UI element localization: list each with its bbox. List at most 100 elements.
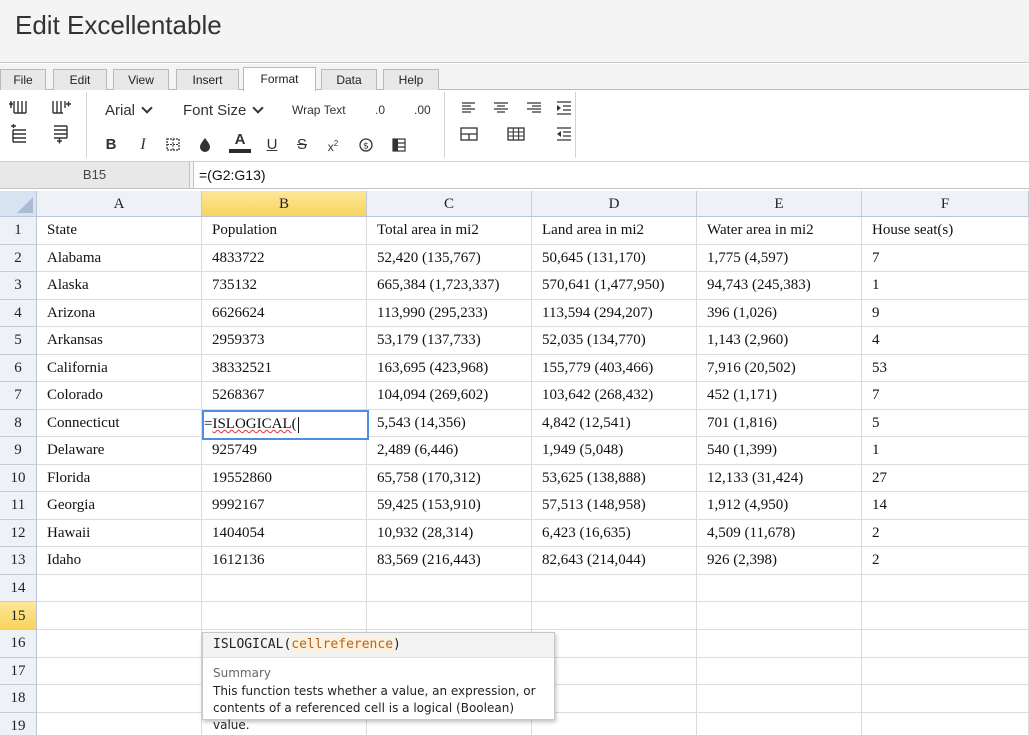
function-signature[interactable]: ISLOGICAL(cellreference) [203,633,554,658]
row-header-5[interactable]: 5 [0,327,37,355]
cell-a5[interactable]: Arkansas [37,327,202,355]
row-header-3[interactable]: 3 [0,272,37,300]
cell-d7[interactable]: 103,642 (268,432) [532,382,697,410]
cell-e18[interactable] [697,685,862,713]
merge-cells-icon[interactable] [459,124,479,144]
cell-a16[interactable] [37,630,202,658]
cell-c2[interactable]: 52,420 (135,767) [367,244,532,272]
cell-b9[interactable]: 925749 [202,437,367,465]
fill-color-icon[interactable] [195,135,215,155]
strikethrough-icon[interactable]: S [292,135,312,155]
cell-d19[interactable] [532,712,697,735]
cell-f10[interactable]: 27 [862,464,1029,492]
row-header-9[interactable]: 9 [0,437,37,465]
cell-d12[interactable]: 6,423 (16,635) [532,519,697,547]
cell-e4[interactable]: 396 (1,026) [697,299,862,327]
cell-a18[interactable] [37,685,202,713]
cell-b15[interactable] [202,602,367,630]
cell-a6[interactable]: California [37,354,202,382]
decrease-decimal-button[interactable]: .0 [375,103,385,117]
cell-d13[interactable]: 82,643 (214,044) [532,547,697,575]
cell-e17[interactable] [697,657,862,685]
cell-f15[interactable] [862,602,1029,630]
indent-decrease-icon[interactable] [554,124,574,144]
cell-d5[interactable]: 52,035 (134,770) [532,327,697,355]
cell-b7[interactable]: 5268367 [202,382,367,410]
cell-a11[interactable]: Georgia [37,492,202,520]
tab-data[interactable]: Data [321,69,377,90]
row-header-7[interactable]: 7 [0,382,37,410]
cell-f17[interactable] [862,657,1029,685]
cell-b4[interactable]: 6626624 [202,299,367,327]
row-header-8[interactable]: 8 [0,409,37,437]
cell-c8[interactable]: 5,543 (14,356) [367,409,532,437]
cell-f1[interactable]: House seat(s) [862,217,1029,245]
cell-f3[interactable]: 1 [862,272,1029,300]
function-autocomplete-popup[interactable]: ISLOGICAL(cellreference) Summary This fu… [202,632,555,732]
cell-a1[interactable]: State [37,217,202,245]
superscript-icon[interactable]: x2 [323,134,343,154]
cell-d17[interactable] [532,657,697,685]
conditional-format-icon[interactable] [389,135,409,155]
column-header-e[interactable]: E [697,191,862,217]
wrap-text-button[interactable]: Wrap Text [292,103,346,117]
bold-icon[interactable]: B [101,135,121,155]
cell-d14[interactable] [532,574,697,602]
cell-c9[interactable]: 2,489 (6,446) [367,437,532,465]
cell-c5[interactable]: 53,179 (137,733) [367,327,532,355]
cell-d8[interactable]: 4,842 (12,541) [532,409,697,437]
cell-a17[interactable] [37,657,202,685]
cell-b3[interactable]: 735132 [202,272,367,300]
font-size-select[interactable]: Font Size [183,102,265,119]
tab-file[interactable]: File [0,69,46,90]
row-header-4[interactable]: 4 [0,299,37,327]
italic-icon[interactable]: I [133,135,153,155]
column-header-a[interactable]: A [37,191,202,217]
increase-decimal-button[interactable]: .00 [414,103,431,117]
cell-e11[interactable]: 1,912 (4,950) [697,492,862,520]
cell-b13[interactable]: 1612136 [202,547,367,575]
cell-d4[interactable]: 113,594 (294,207) [532,299,697,327]
insert-row-above-icon[interactable] [9,124,29,144]
column-header-d[interactable]: D [532,191,697,217]
cell-f14[interactable] [862,574,1029,602]
tab-format[interactable]: Format [243,67,316,91]
cell-a12[interactable]: Hawaii [37,519,202,547]
underline-icon[interactable]: U [262,135,282,155]
row-header-17[interactable]: 17 [0,657,37,685]
cell-d9[interactable]: 1,949 (5,048) [532,437,697,465]
cell-b1[interactable]: Population [202,217,367,245]
tab-insert[interactable]: Insert [176,69,239,90]
cell-c15[interactable] [367,602,532,630]
cell-e10[interactable]: 12,133 (31,424) [697,464,862,492]
cell-d6[interactable]: 155,779 (403,466) [532,354,697,382]
cell-a3[interactable]: Alaska [37,272,202,300]
currency-format-icon[interactable]: $ [356,135,376,155]
column-header-c[interactable]: C [367,191,532,217]
cell-a14[interactable] [37,574,202,602]
cell-f18[interactable] [862,685,1029,713]
insert-row-below-icon[interactable] [51,124,71,144]
cell-b2[interactable]: 4833722 [202,244,367,272]
cell-e15[interactable] [697,602,862,630]
cell-f12[interactable]: 2 [862,519,1029,547]
cell-e16[interactable] [697,630,862,658]
cell-a15[interactable] [37,602,202,630]
indent-increase-icon[interactable] [554,98,574,118]
active-cell-editor[interactable]: =ISLOGICAL( [202,410,369,440]
row-header-12[interactable]: 12 [0,519,37,547]
cell-e13[interactable]: 926 (2,398) [697,547,862,575]
cell-e6[interactable]: 7,916 (20,502) [697,354,862,382]
cell-a9[interactable]: Delaware [37,437,202,465]
cell-e12[interactable]: 4,509 (11,678) [697,519,862,547]
cell-d1[interactable]: Land area in mi2 [532,217,697,245]
row-header-1[interactable]: 1 [0,217,37,245]
select-all-corner[interactable] [0,191,37,217]
cell-e2[interactable]: 1,775 (4,597) [697,244,862,272]
cell-e19[interactable] [697,712,862,735]
row-header-16[interactable]: 16 [0,630,37,658]
cell-d3[interactable]: 570,641 (1,477,950) [532,272,697,300]
cell-f16[interactable] [862,630,1029,658]
align-left-icon[interactable] [459,98,479,118]
cell-e8[interactable]: 701 (1,816) [697,409,862,437]
